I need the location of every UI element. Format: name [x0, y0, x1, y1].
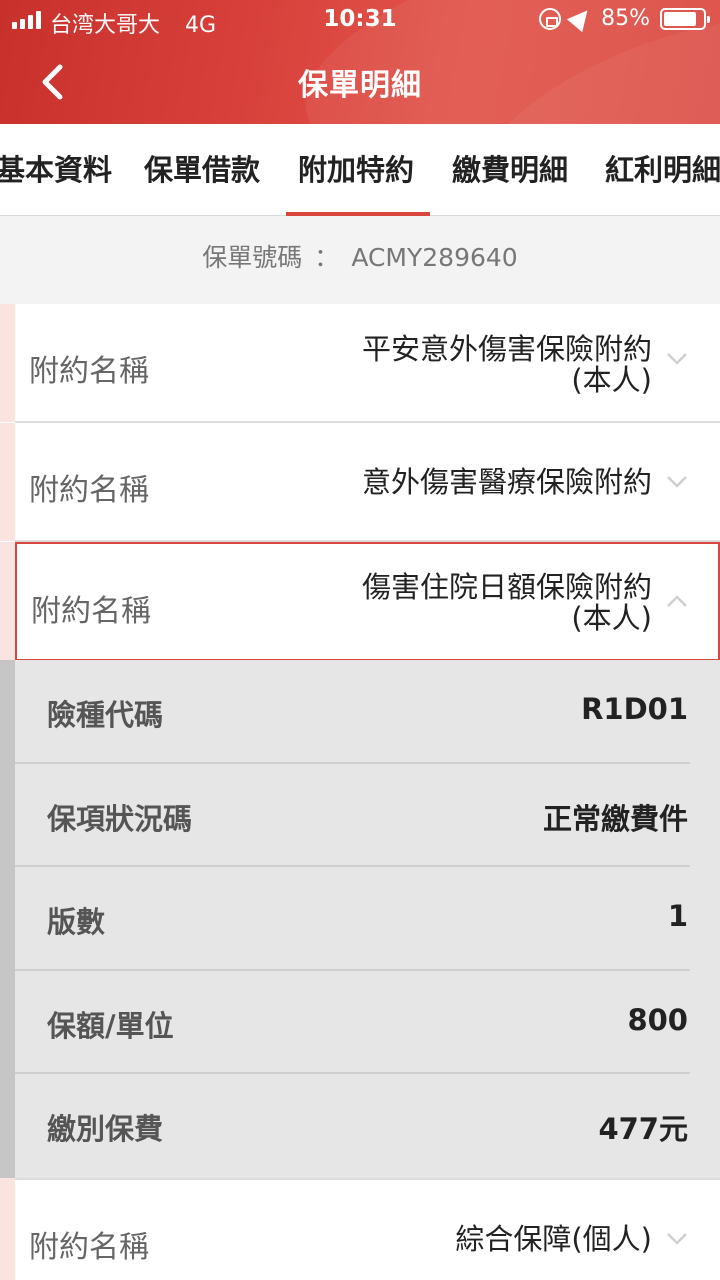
detail-value: 800 [627, 1002, 688, 1037]
detail-label: 保額/單位 [47, 1008, 174, 1043]
tab-riders[interactable]: 附加特約 [285, 124, 431, 216]
rider-label: 附約名稱 [29, 354, 149, 389]
tab-payment-details[interactable]: 繳費明細 [452, 124, 568, 216]
policy-number-label: 保單號碼 [202, 243, 303, 272]
detail-row: 保額/單位 800 [15, 971, 720, 1075]
rider-label: 附約名稱 [31, 594, 151, 629]
location-icon [567, 3, 596, 32]
policy-number-band: 保單號碼： ACMY289640 [0, 216, 720, 304]
detail-label: 保項狀況碼 [47, 801, 193, 836]
detail-value: 正常繳費件 [542, 801, 688, 836]
detail-label: 版數 [47, 905, 106, 940]
chevron-up-icon [666, 594, 688, 616]
app-header: 台湾大哥大 4G 10:31 85% 保單明細 [0, 0, 720, 124]
tab-bar: 基本資料 保單借款 附加特約 繳費明細 紅利明細 [0, 124, 720, 216]
rotation-lock-icon [539, 7, 562, 30]
rider-label: 附約名稱 [29, 1230, 149, 1265]
page-title: 保單明細 [298, 68, 422, 103]
battery-percent: 85% [601, 6, 650, 31]
detail-label: 繳別保費 [47, 1112, 164, 1147]
policy-number-value: ACMY289640 [351, 243, 518, 272]
battery-icon [660, 7, 710, 30]
detail-value: R1D01 [581, 692, 688, 726]
nav-bar: 保單明細 [0, 40, 720, 124]
rider-row[interactable]: 附約名稱 意外傷害醫療保險附約 [15, 423, 720, 542]
tab-basic-info[interactable]: 基本資料 [0, 124, 112, 216]
detail-row: 繳別保費 477元 [15, 1074, 720, 1178]
detail-value: 1 [667, 899, 688, 934]
detail-row: 版數 1 [15, 867, 720, 971]
status-bar: 台湾大哥大 4G 10:31 85% [0, 0, 720, 40]
rider-row[interactable]: 附約名稱 綜合保障(個人) [15, 1178, 720, 1280]
rider-detail-panel: 險種代碼 R1D01 保項狀況碼 正常繳費件 版數 1 保額/單位 800 繳別… [15, 660, 720, 1178]
detail-row: 保項狀況碼 正常繳費件 [15, 764, 720, 868]
rider-name: 平安意外傷害保險附約 (本人) [361, 332, 652, 397]
chevron-down-icon [666, 352, 688, 374]
tab-policy-loan[interactable]: 保單借款 [144, 124, 260, 216]
chevron-down-icon [666, 1232, 688, 1254]
detail-row: 險種代碼 R1D01 [15, 660, 720, 764]
rider-label: 附約名稱 [29, 473, 149, 508]
tab-dividend-details[interactable]: 紅利明細 [605, 124, 720, 216]
detail-label: 險種代碼 [47, 698, 164, 732]
chevron-down-icon [666, 475, 688, 497]
detail-value: 477元 [598, 1112, 688, 1147]
rider-row-expanded[interactable]: 附約名稱 傷害住院日額保險附約 (本人) [15, 542, 720, 661]
rider-name: 綜合保障(個人) [455, 1222, 652, 1256]
rider-name: 意外傷害醫療保險附約 [361, 465, 652, 499]
rider-name: 傷害住院日額保險附約 (本人) [361, 570, 652, 635]
rider-row[interactable]: 附約名稱 平安意外傷害保險附約 (本人) [15, 304, 720, 423]
